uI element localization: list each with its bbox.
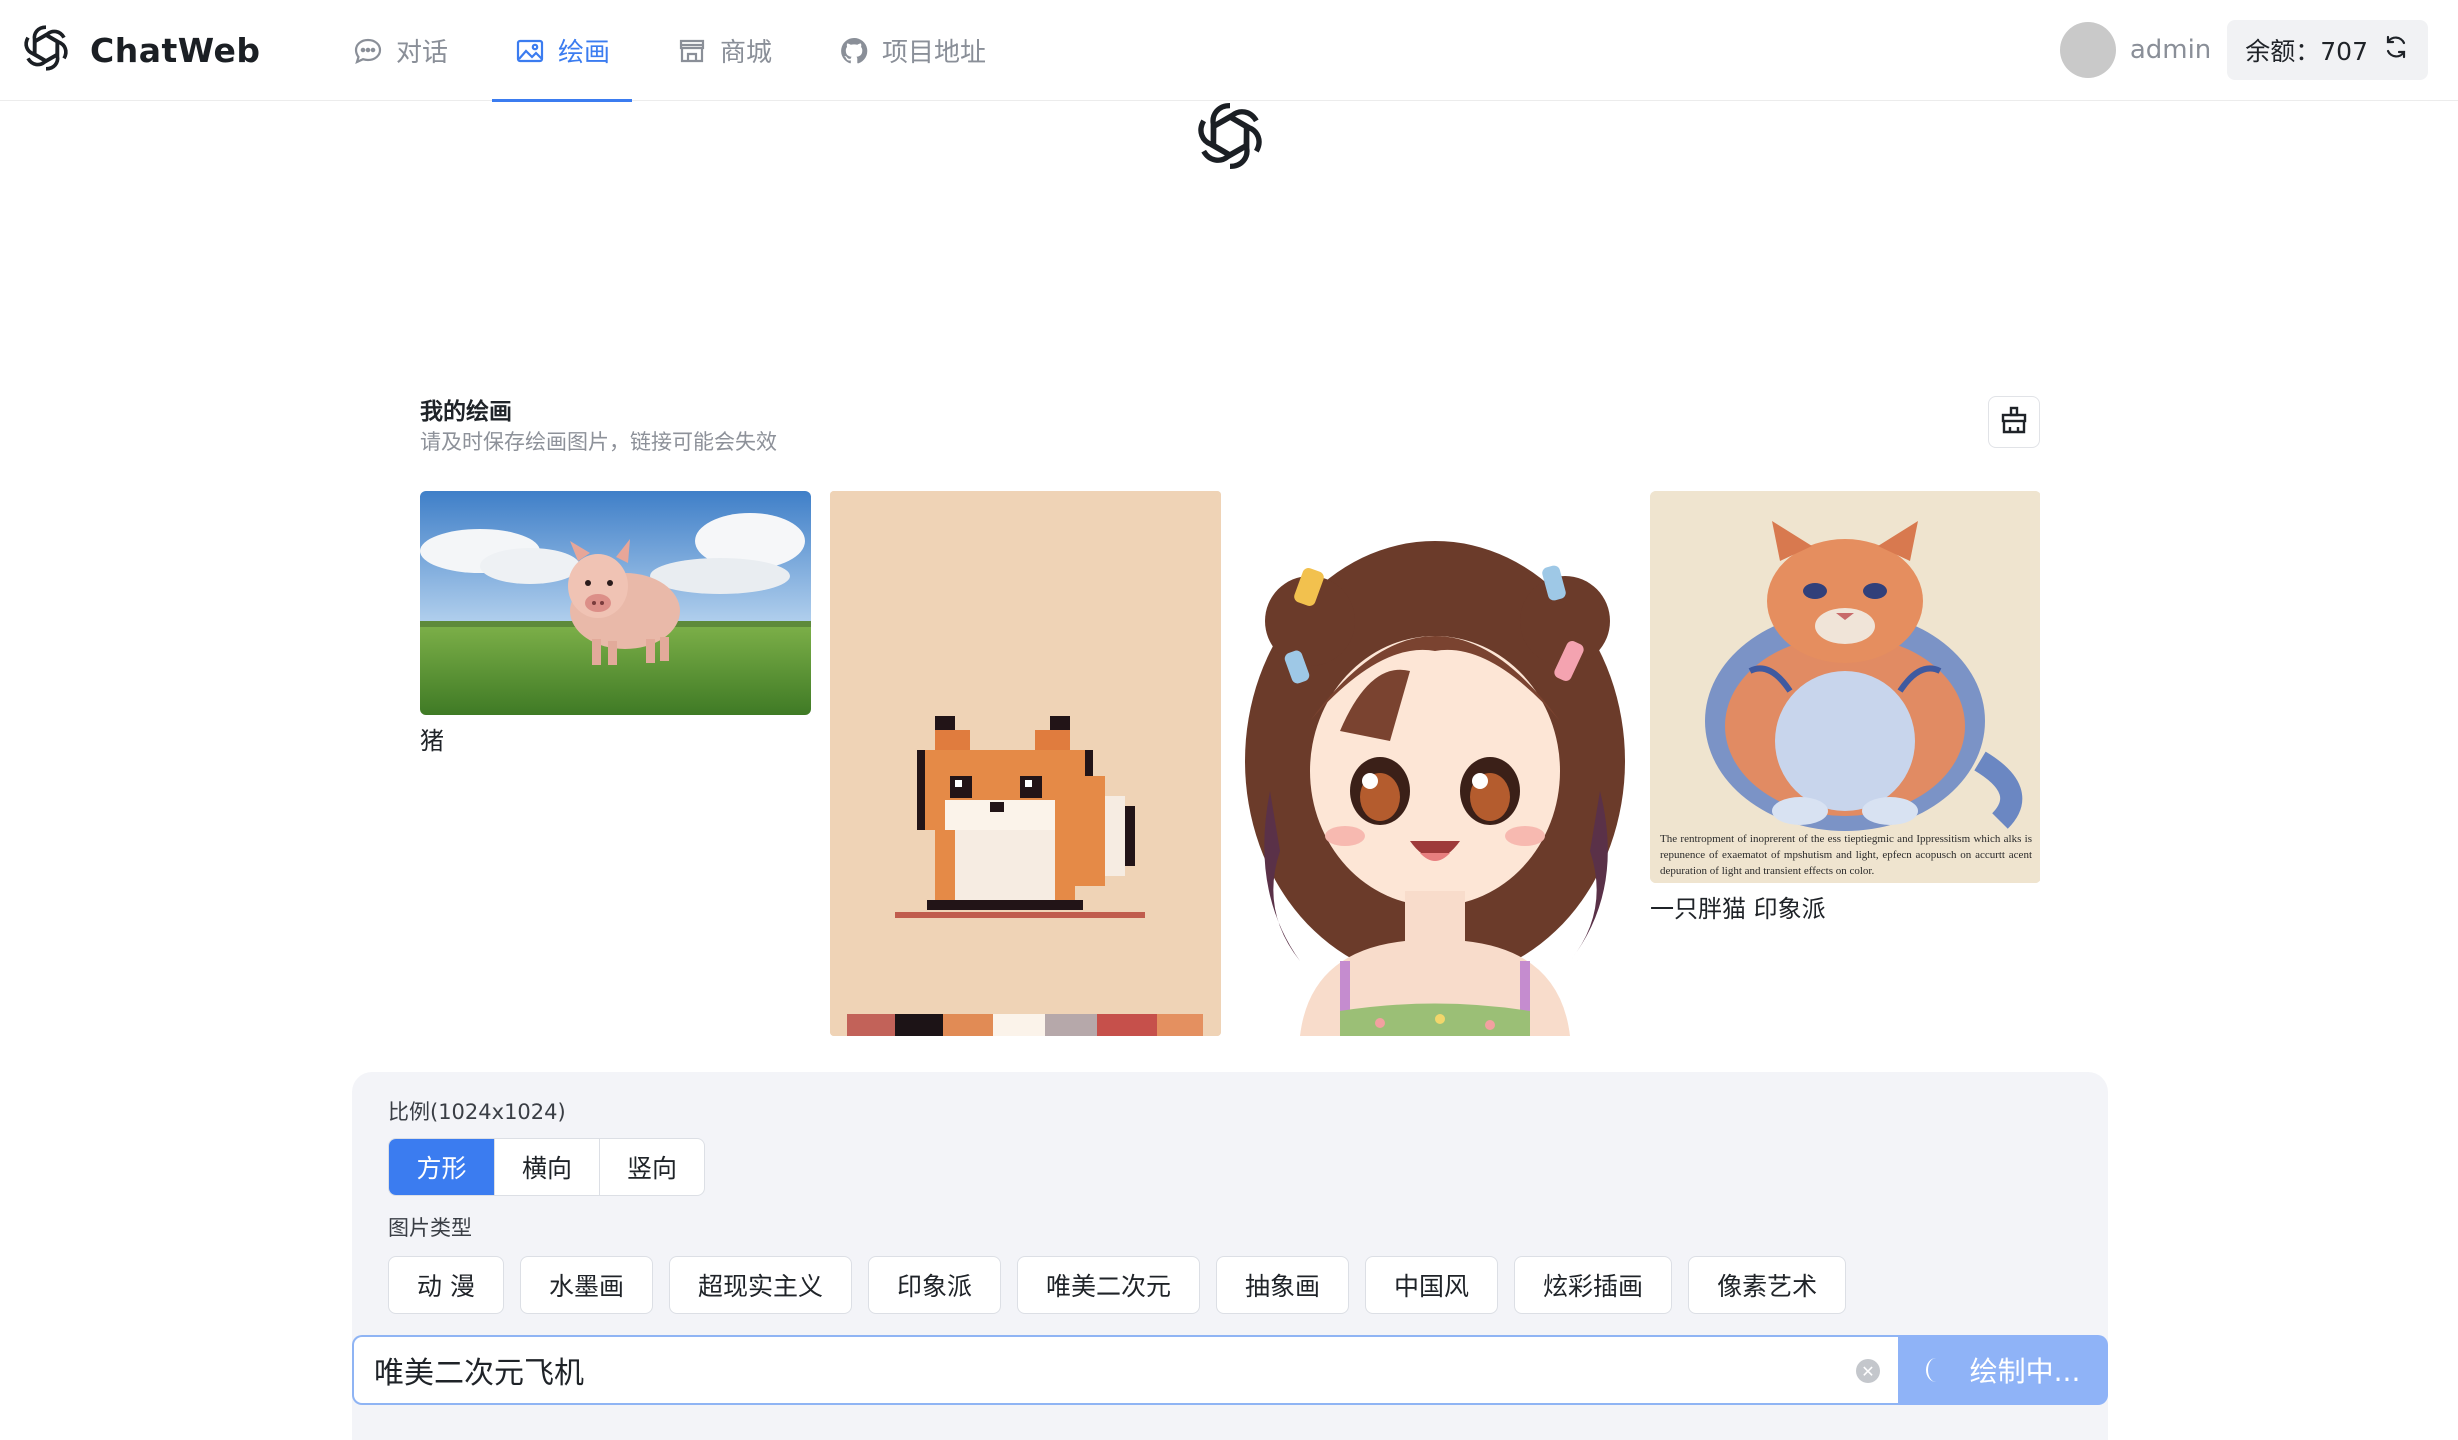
- chat-icon: [352, 35, 384, 67]
- style-surreal-button[interactable]: 超现实主义: [668, 1256, 852, 1314]
- cat-image-caption-text: The rentropment of inoprerent of the ess…: [1660, 833, 2032, 877]
- gallery-title: 我的绘画: [420, 399, 512, 425]
- pixel-fox-image[interactable]: [830, 491, 1221, 1036]
- style-ink-button[interactable]: 水墨画: [519, 1256, 653, 1314]
- clear-gallery-button[interactable]: [1988, 396, 2040, 448]
- nav-chat-label: 对话: [396, 38, 449, 68]
- nav-draw[interactable]: 绘画: [492, 0, 633, 102]
- gallery-item[interactable]: 猪: [420, 491, 811, 756]
- nav-store-label: 商城: [720, 38, 773, 68]
- gallery-caption: 一只胖猫 印象派: [1650, 895, 1826, 923]
- gallery-subtitle: 请及时保存绘画图片，链接可能会失效: [420, 430, 777, 454]
- username: admin: [2129, 35, 2212, 65]
- prompt-input[interactable]: [374, 1352, 1814, 1388]
- ratio-label: 比例(1024x1024): [388, 1100, 566, 1124]
- gallery-grid: 猪 The rentropment of inoprerent of the e…: [420, 491, 2040, 1036]
- nav-store[interactable]: 商城: [654, 0, 794, 101]
- draw-submit-label: 绘制中...: [1969, 1355, 2081, 1388]
- anime-girl-image[interactable]: [1240, 491, 1631, 1036]
- style-abstract-button[interactable]: 抽象画: [1216, 1256, 1350, 1314]
- image-icon: [514, 35, 546, 67]
- main-nav: 对话 绘画 商城 项目地址: [330, 0, 1008, 102]
- draw-submit-button[interactable]: 绘制中...: [1898, 1335, 2108, 1405]
- prompt-box: ✕: [352, 1335, 1900, 1405]
- style-chinese-button[interactable]: 中国风: [1365, 1256, 1499, 1314]
- brand[interactable]: ChatWeb: [20, 22, 260, 78]
- user-area: admin 余额：707: [2059, 20, 2428, 80]
- loading-spinner-icon: [1925, 1358, 1946, 1382]
- nav-github[interactable]: 项目地址: [816, 0, 1008, 101]
- ratio-square-button[interactable]: 方形: [389, 1139, 494, 1195]
- ratio-portrait-button[interactable]: 竖向: [599, 1139, 704, 1195]
- style-pixel-art-button[interactable]: 像素艺术: [1688, 1256, 1847, 1314]
- style-colorful-illustration-button[interactable]: 炫彩插画: [1514, 1256, 1673, 1314]
- gallery-item[interactable]: The rentropment of inoprerent of the ess…: [1650, 491, 2040, 924]
- gallery-item[interactable]: [1240, 491, 1631, 1036]
- gallery-caption: 猪: [420, 727, 444, 755]
- type-label: 图片类型: [388, 1216, 472, 1240]
- balance-box: 余额：707: [2227, 20, 2428, 80]
- style-aesthetic-anime-button[interactable]: 唯美二次元: [1017, 1256, 1201, 1314]
- top-bar: ChatWeb 对话 绘画 商城 项目地址 admin 余额：707: [0, 0, 2458, 102]
- ratio-landscape-button[interactable]: 横向: [494, 1139, 599, 1195]
- ratio-segmented-control: 方形 横向 竖向: [388, 1138, 705, 1196]
- nav-chat[interactable]: 对话: [330, 0, 470, 101]
- refresh-icon[interactable]: [2382, 33, 2410, 67]
- clear-input-icon[interactable]: ✕: [1856, 1359, 1880, 1383]
- nav-github-label: 项目地址: [882, 38, 987, 68]
- broom-icon: [1998, 404, 2030, 440]
- style-anime-button[interactable]: 动 漫: [388, 1256, 504, 1314]
- brand-title: ChatWeb: [90, 30, 261, 70]
- avatar[interactable]: [2059, 22, 2116, 78]
- center-logo-icon: [1190, 98, 1270, 174]
- pig-image[interactable]: [420, 491, 811, 715]
- gallery-item[interactable]: [830, 491, 1221, 1036]
- style-options: 动 漫 水墨画 超现实主义 印象派 唯美二次元 抽象画 中国风 炫彩插画 像素艺…: [388, 1256, 1847, 1314]
- balance-label: 余额：707: [2245, 37, 2368, 66]
- github-icon: [838, 35, 870, 67]
- nav-draw-label: 绘画: [558, 38, 611, 68]
- store-icon: [676, 35, 708, 67]
- fat-cat-image[interactable]: The rentropment of inoprerent of the ess…: [1650, 491, 2040, 883]
- style-impressionism-button[interactable]: 印象派: [867, 1256, 1001, 1314]
- openai-logo-icon: [20, 22, 72, 78]
